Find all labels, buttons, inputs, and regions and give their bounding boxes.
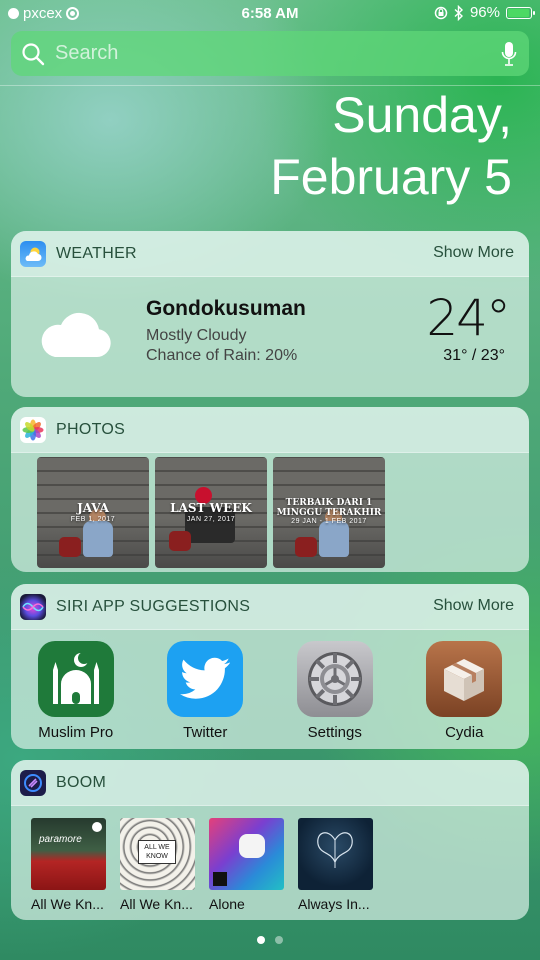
sun-cloud-icon <box>25 247 42 261</box>
album-row: paramore All We Kn... ALL WE KNOW All We… <box>31 818 373 912</box>
photo-bag <box>295 537 317 557</box>
album-art-text: paramore <box>39 834 82 845</box>
boom-widget-title: BOOM <box>56 773 107 791</box>
app-label: Muslim Pro <box>38 724 114 741</box>
siri-widget-title: SIRI APP SUGGESTIONS <box>56 597 251 615</box>
album-item[interactable]: ALL WE KNOW All We Kn... <box>120 818 195 912</box>
photo-memory-date: 29 JAN - 1 FEB 2017 <box>291 518 367 525</box>
search-input[interactable] <box>55 42 501 65</box>
bluetooth-icon <box>454 4 463 21</box>
cydia-icon[interactable] <box>426 641 503 717</box>
siri-icon <box>20 593 46 620</box>
weather-widget-header[interactable]: WEATHER Show More <box>11 231 529 277</box>
boom-widget[interactable]: BOOM paramore All We Kn... ALL WE KNOW A… <box>11 760 529 920</box>
date-weekday: Sunday, <box>332 87 512 143</box>
photos-widget[interactable]: PHOTOS JAVA FEB 1, 2017 LAST WEEK JAN 27… <box>11 407 529 572</box>
suggested-app-muslim-pro[interactable]: Muslim Pro <box>11 641 141 741</box>
photo-memory-title: LAST WEEK <box>170 501 252 515</box>
page-dot-active[interactable] <box>257 936 265 944</box>
album-art-dot <box>92 822 102 832</box>
album-art: ALL WE KNOW <box>120 818 195 890</box>
photo-memory-item[interactable]: LAST WEEK JAN 27, 2017 <box>155 457 267 568</box>
weather-show-more-button[interactable]: Show More <box>433 244 514 262</box>
battery-percent: 96% <box>469 4 500 21</box>
album-label: All We Kn... <box>31 896 104 912</box>
weather-widget[interactable]: WEATHER Show More Gondokusuman Mostly Cl… <box>11 231 529 397</box>
photo-memories-row: JAVA FEB 1, 2017 LAST WEEK JAN 27, 2017 … <box>37 457 385 568</box>
weather-city: Gondokusuman <box>146 297 306 320</box>
weather-app-icon <box>20 240 46 267</box>
status-bar: pxcex 6:58 AM 96% <box>0 0 540 28</box>
page-indicator[interactable] <box>0 936 540 944</box>
weather-temp-range: 31° / 23° <box>443 347 505 364</box>
photos-widget-header[interactable]: PHOTOS <box>11 407 529 453</box>
photo-memory-title: TERBAIK DARI 1 MINGGU TERAKHIR <box>276 498 382 518</box>
app-label: Cydia <box>445 724 484 741</box>
photo-bag <box>59 537 81 557</box>
date-heading: Sunday, February 5 <box>270 84 512 208</box>
app-label: Twitter <box>183 724 228 741</box>
album-art-text: ALL WE KNOW <box>138 840 176 864</box>
weather-widget-title: WEATHER <box>56 244 137 262</box>
weather-condition: Mostly Cloudy <box>146 327 247 344</box>
suggested-app-settings[interactable]: Settings <box>270 641 400 741</box>
boom-widget-header[interactable]: BOOM <box>11 760 529 806</box>
search-bar[interactable] <box>11 31 529 76</box>
siri-suggestions-widget[interactable]: SIRI APP SUGGESTIONS Show More Muslim Pr… <box>11 584 529 749</box>
album-item[interactable]: Alone <box>209 818 284 912</box>
app-label: Settings <box>307 724 362 741</box>
photo-memory-item[interactable]: TERBAIK DARI 1 MINGGU TERAKHIR 29 JAN - … <box>273 457 385 568</box>
boom-logo-icon <box>24 773 42 792</box>
date-day: February 5 <box>270 149 512 205</box>
photos-app-icon <box>20 416 46 443</box>
page-dot[interactable] <box>275 936 283 944</box>
siri-show-more-button[interactable]: Show More <box>433 597 514 615</box>
album-art-logo <box>213 872 227 886</box>
photo-memory-date: FEB 1, 2017 <box>70 516 116 523</box>
weather-rain-chance: Chance of Rain: 20% <box>146 347 298 364</box>
suggested-app-twitter[interactable]: Twitter <box>141 641 271 741</box>
photo-person <box>83 521 113 557</box>
status-right: 96% <box>434 4 535 21</box>
photo-bag <box>169 531 191 551</box>
photos-widget-title: PHOTOS <box>56 420 126 438</box>
album-label: Always In... <box>298 896 370 912</box>
suggested-app-cydia[interactable]: Cydia <box>400 641 530 741</box>
settings-icon[interactable] <box>296 641 373 717</box>
rotation-lock-icon <box>434 6 448 19</box>
album-art-helmet <box>239 834 265 858</box>
battery-icon <box>506 6 535 19</box>
battery-fill <box>508 8 530 17</box>
album-art: paramore <box>31 818 106 890</box>
muslim-pro-icon[interactable] <box>37 641 114 717</box>
cloud-icon <box>41 312 111 357</box>
siri-widget-header[interactable]: SIRI APP SUGGESTIONS Show More <box>11 584 529 630</box>
album-art-wings <box>317 832 353 868</box>
photo-person <box>319 521 349 557</box>
photo-memory-title: JAVA <box>77 501 109 515</box>
suggested-apps-row: Muslim Pro Twitter Settings Cydia <box>11 641 529 741</box>
microphone-icon[interactable] <box>501 41 517 67</box>
weather-temperature: 24° <box>426 289 511 347</box>
photo-memory-date: JAN 27, 2017 <box>186 516 236 523</box>
twitter-icon[interactable] <box>167 641 244 717</box>
album-art <box>209 818 284 890</box>
siri-wave-icon <box>22 602 44 611</box>
boom-app-icon <box>20 769 46 796</box>
photo-memory-item[interactable]: JAVA FEB 1, 2017 <box>37 457 149 568</box>
search-icon <box>22 42 45 65</box>
photos-flower-icon <box>22 419 44 440</box>
album-item[interactable]: paramore All We Kn... <box>31 818 106 912</box>
album-label: All We Kn... <box>120 896 193 912</box>
album-art <box>298 818 373 890</box>
album-item[interactable]: Always In... <box>298 818 373 912</box>
album-label: Alone <box>209 896 245 912</box>
